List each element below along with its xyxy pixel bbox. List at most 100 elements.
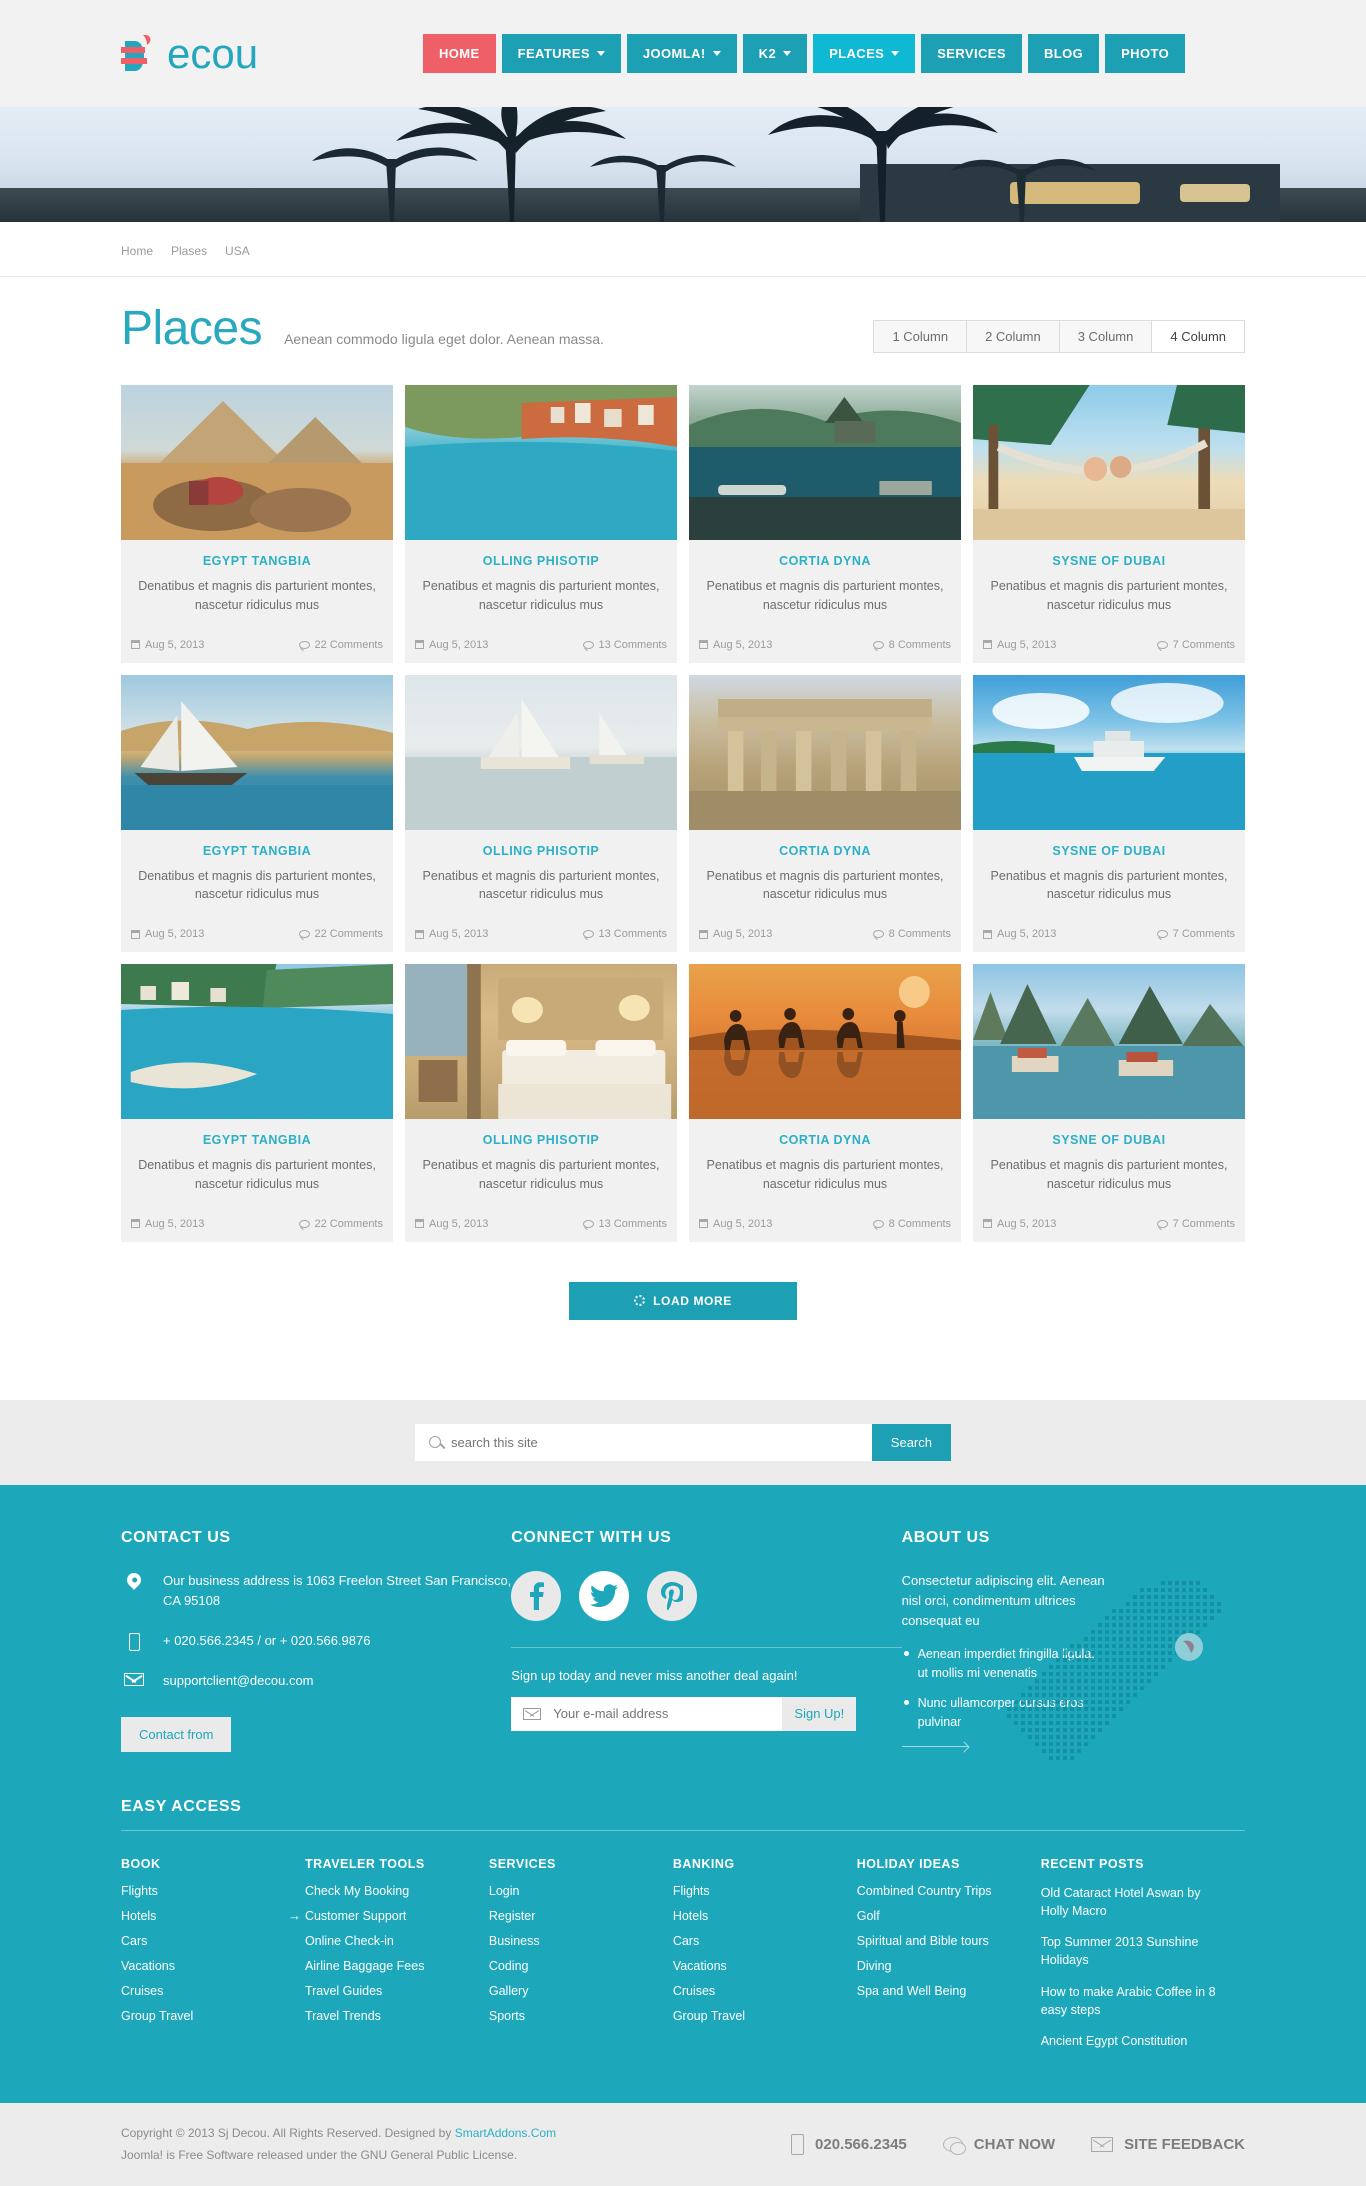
place-title[interactable]: EGYPT TANGBIA — [133, 554, 381, 568]
place-comments[interactable]: 7 Comments — [1156, 1218, 1235, 1230]
place-comments[interactable]: 8 Comments — [872, 1218, 951, 1230]
place-title[interactable]: CORTIA DYNA — [701, 554, 949, 568]
easy-access-link[interactable]: Flights — [673, 1884, 843, 1898]
easy-access-link[interactable]: Customer Support — [288, 1908, 475, 1923]
easy-access-link[interactable]: Check My Booking — [305, 1884, 475, 1898]
nav-item-services[interactable]: SERVICES — [921, 34, 1022, 73]
contact-email[interactable]: supportclient@decou.com — [163, 1671, 314, 1691]
place-thumbnail[interactable] — [405, 674, 677, 830]
place-comments[interactable]: 13 Comments — [582, 1218, 667, 1230]
easy-access-link[interactable]: Combined Country Trips — [857, 1884, 1027, 1898]
place-title[interactable]: OLLING PHISOTIP — [417, 1133, 665, 1147]
easy-access-link[interactable]: Cruises — [121, 1984, 291, 1998]
nav-item-features[interactable]: FEATURES — [501, 34, 621, 73]
contact-form-button[interactable]: Contact from — [121, 1717, 232, 1753]
easy-access-link[interactable]: Travel Guides — [305, 1984, 475, 1998]
easy-access-link[interactable]: Vacations — [121, 1959, 291, 1973]
breadcrumb-item[interactable]: Plases — [171, 244, 207, 258]
place-thumbnail[interactable] — [405, 964, 677, 1119]
easy-access-link[interactable]: Diving — [857, 1959, 1027, 1973]
search-button[interactable]: Search — [871, 1423, 951, 1461]
place-thumbnail[interactable] — [121, 385, 393, 540]
easy-access-link[interactable]: Spiritual and Bible tours — [857, 1934, 1027, 1948]
easy-access-link[interactable]: Hotels — [121, 1909, 291, 1923]
nav-item-k2[interactable]: K2 — [742, 34, 808, 73]
place-thumbnail[interactable] — [973, 964, 1245, 1119]
place-title[interactable]: OLLING PHISOTIP — [417, 844, 665, 858]
place-comments[interactable]: 7 Comments — [1156, 928, 1235, 940]
signup-button[interactable]: Sign Up! — [782, 1696, 857, 1731]
nav-item-photo[interactable]: PHOTO — [1105, 34, 1186, 73]
about-arrow-icon[interactable] — [901, 1745, 968, 1747]
chat-now-button[interactable]: CHAT NOW — [942, 2136, 1055, 2156]
breadcrumb-item[interactable]: Home — [121, 244, 153, 258]
easy-access-link[interactable]: Ancient Egypt Constitution — [1041, 2032, 1231, 2050]
easy-access-link[interactable]: Top Summer 2013 Sunshine Holidays — [1041, 1933, 1231, 1969]
place-thumbnail[interactable] — [973, 674, 1245, 830]
place-comments[interactable]: 22 Comments — [298, 928, 383, 940]
easy-access-link[interactable]: Cars — [673, 1934, 843, 1948]
easy-access-link[interactable]: Coding — [489, 1959, 659, 1973]
place-comments[interactable]: 22 Comments — [298, 1218, 383, 1230]
place-comments[interactable]: 22 Comments — [298, 639, 383, 651]
easy-access-link[interactable]: Spa and Well Being — [857, 1984, 1027, 1998]
pinterest-icon[interactable] — [647, 1570, 698, 1621]
easy-access-link[interactable]: Vacations — [673, 1959, 843, 1973]
easy-access-link[interactable]: Golf — [857, 1909, 1027, 1923]
place-thumbnail[interactable] — [405, 385, 677, 540]
place-thumbnail[interactable] — [689, 385, 961, 540]
nav-item-blog[interactable]: BLOG — [1027, 34, 1100, 73]
easy-access-link[interactable]: Travel Trends — [305, 2009, 475, 2023]
nav-item-home[interactable]: HOME — [423, 34, 496, 73]
place-title[interactable]: CORTIA DYNA — [701, 1133, 949, 1147]
place-thumbnail[interactable] — [121, 674, 393, 830]
easy-access-link[interactable]: Sports — [489, 2009, 659, 2023]
column-option-1[interactable]: 1 Column — [874, 321, 968, 352]
easy-access-link[interactable]: Group Travel — [673, 2009, 843, 2023]
place-comments[interactable]: 13 Comments — [582, 639, 667, 651]
easy-access-link[interactable]: Online Check-in — [305, 1934, 475, 1948]
place-title[interactable]: EGYPT TANGBIA — [133, 1133, 381, 1147]
column-option-4[interactable]: 4 Column — [1152, 321, 1244, 352]
easy-access-link[interactable]: Flights — [121, 1884, 291, 1898]
place-thumbnail[interactable] — [121, 964, 393, 1119]
facebook-icon[interactable] — [511, 1570, 562, 1621]
place-comments[interactable]: 8 Comments — [872, 639, 951, 651]
easy-access-link[interactable]: Group Travel — [121, 2009, 291, 2023]
place-title[interactable]: SYSNE OF DUBAI — [985, 1133, 1233, 1147]
place-title[interactable]: CORTIA DYNA — [701, 844, 949, 858]
place-comments[interactable]: 7 Comments — [1156, 639, 1235, 651]
site-feedback-button[interactable]: SITE FEEDBACK — [1091, 2136, 1245, 2153]
site-logo[interactable]: ecou — [93, 31, 423, 77]
easy-access-link[interactable]: Hotels — [673, 1909, 843, 1923]
smartaddons-link[interactable]: SmartAddons.Com — [455, 2126, 556, 2140]
place-title[interactable]: EGYPT TANGBIA — [133, 844, 381, 858]
place-comments[interactable]: 13 Comments — [582, 928, 667, 940]
easy-access-link[interactable]: How to make Arabic Coffee in 8 easy step… — [1041, 1983, 1231, 2019]
place-comments[interactable]: 8 Comments — [872, 928, 951, 940]
easy-access-link[interactable]: Business — [489, 1934, 659, 1948]
column-option-3[interactable]: 3 Column — [1059, 321, 1153, 352]
breadcrumb-item[interactable]: USA — [225, 244, 250, 258]
place-thumbnail[interactable] — [689, 674, 961, 830]
nav-item-joomla[interactable]: JOOMLA! — [626, 34, 737, 73]
load-more-button[interactable]: LOAD MORE — [569, 1281, 797, 1320]
easy-access-link[interactable]: Cars — [121, 1934, 291, 1948]
easy-access-link[interactable]: Login — [489, 1884, 659, 1898]
easy-access-link[interactable]: Airline Baggage Fees — [305, 1959, 475, 1973]
newsletter-email-input[interactable] — [553, 1706, 783, 1721]
easy-access-link[interactable]: Cruises — [673, 1984, 843, 1998]
place-thumbnail[interactable] — [973, 385, 1245, 540]
nav-item-places[interactable]: PLACES — [813, 34, 916, 73]
search-input[interactable] — [451, 1434, 872, 1450]
footer-phone[interactable]: 020.566.2345 — [791, 2134, 907, 2156]
place-title[interactable]: SYSNE OF DUBAI — [985, 554, 1233, 568]
easy-access-link[interactable]: Old Cataract Hotel Aswan by Holly Macro — [1041, 1884, 1231, 1920]
easy-access-link[interactable]: Gallery — [489, 1984, 659, 1998]
column-option-2[interactable]: 2 Column — [967, 321, 1060, 352]
place-title[interactable]: SYSNE OF DUBAI — [985, 844, 1233, 858]
twitter-icon[interactable] — [579, 1570, 630, 1621]
easy-access-link[interactable]: Register — [489, 1909, 659, 1923]
place-title[interactable]: OLLING PHISOTIP — [417, 554, 665, 568]
place-thumbnail[interactable] — [689, 964, 961, 1119]
